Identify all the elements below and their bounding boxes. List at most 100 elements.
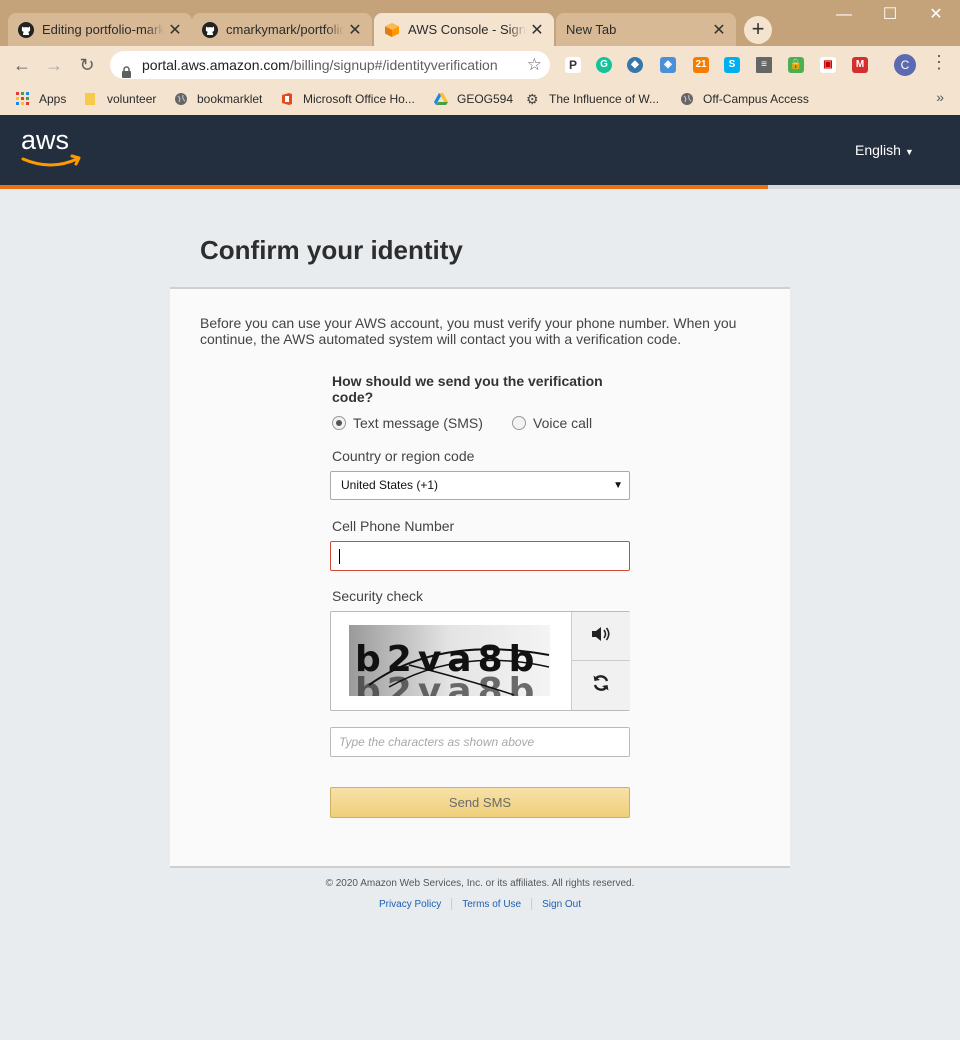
bookmark-label: Off-Campus Access	[703, 92, 809, 106]
aws-logo-text: aws	[21, 125, 69, 155]
mendeley-icon[interactable]: M	[852, 57, 868, 73]
diamond-extension-icon[interactable]: ◈	[660, 57, 676, 73]
folder-icon	[84, 92, 98, 106]
maximize-icon[interactable]: ☐	[870, 4, 910, 26]
aws-logo[interactable]: aws	[20, 125, 86, 176]
speaker-icon	[591, 626, 611, 647]
aws-header: aws English ▼	[0, 115, 960, 185]
page-title: Confirm your identity	[200, 235, 463, 265]
bookmark-label: GEOG594	[457, 92, 514, 106]
phone-label: Cell Phone Number	[332, 518, 455, 534]
bookmarks-overflow-icon[interactable]: »	[936, 89, 944, 105]
browser-toolbar: ← → ↻ portal.aws.amazon.com/billing/sign…	[0, 46, 960, 84]
terms-of-use-link[interactable]: Terms of Use	[452, 899, 531, 910]
copyright-text: © 2020 Amazon Web Services, Inc. or its …	[325, 878, 635, 889]
dropdown-arrow-icon: ▼	[613, 480, 623, 491]
bookmark-offcampus[interactable]: Off-Campus Access	[680, 90, 809, 108]
globe-icon	[174, 92, 188, 106]
language-selector[interactable]: English ▼	[855, 142, 914, 158]
cast-extension-icon[interactable]: ▣	[820, 57, 836, 73]
captcha-audio-button[interactable]	[571, 612, 630, 661]
refresh-icon	[592, 674, 610, 697]
bookmarks-bar: Apps volunteer bookmarklet Microsoft Off…	[0, 84, 960, 115]
privacy-policy-link[interactable]: Privacy Policy	[369, 899, 451, 910]
footer-links: Privacy Policy Terms of Use Sign Out	[0, 898, 960, 910]
reload-icon[interactable]: ↻	[75, 54, 99, 78]
tab-title: AWS Console - Signup	[408, 22, 526, 37]
method-question: How should we send you the verification …	[332, 373, 603, 405]
bookmark-volunteer[interactable]: volunteer	[84, 90, 156, 108]
browser-titlebar: Editing portfolio-mark ✕ cmarkymark/port…	[0, 0, 960, 46]
bookmark-influence[interactable]: ⚙ The Influence of W...	[526, 90, 659, 108]
close-icon[interactable]: ✕	[708, 20, 730, 40]
verification-card: Before you can use your AWS account, you…	[170, 287, 790, 868]
url-path: /billing/signup#/identityverification	[289, 57, 498, 73]
skype-icon[interactable]: S	[724, 57, 740, 73]
bookmark-label: volunteer	[107, 92, 157, 106]
radio-label: Voice call	[533, 415, 593, 431]
send-sms-button[interactable]: Send SMS	[330, 787, 630, 818]
close-window-icon[interactable]: ✕	[916, 4, 956, 26]
security-label: Security check	[332, 588, 424, 604]
url-host: portal.aws.amazon.com	[142, 57, 290, 73]
caret-down-icon: ▼	[904, 147, 914, 157]
tab-title: New Tab	[566, 22, 617, 37]
tab-title: cmarkymark/portfolio	[226, 22, 344, 37]
captcha-image: b2va8b b2va8b	[349, 625, 550, 712]
captcha-refresh-button[interactable]	[571, 661, 630, 710]
address-bar[interactable]: portal.aws.amazon.com/billing/signup#/id…	[110, 51, 550, 79]
browser-tab-active[interactable]: AWS Console - Signup ✕	[374, 13, 554, 46]
bookmark-label: Apps	[39, 92, 67, 106]
browser-tab[interactable]: Editing portfolio-mark ✕	[8, 13, 192, 46]
country-label: Country or region code	[332, 448, 475, 464]
country-select[interactable]: United States (+1) ▼	[330, 471, 630, 500]
browser-tab[interactable]: cmarkymark/portfolio ✕	[192, 13, 372, 46]
lock-extension-icon[interactable]: 🔒	[788, 57, 804, 73]
apps-grid-icon	[16, 92, 30, 106]
country-value: United States (+1)	[341, 478, 439, 492]
tab-title: Editing portfolio-mark	[42, 22, 164, 37]
lock-icon	[122, 59, 131, 78]
radio-sms[interactable]: Text message (SMS)	[332, 414, 483, 432]
close-icon[interactable]: ✕	[164, 20, 186, 40]
python-icon[interactable]: ◆	[627, 57, 643, 73]
gear-icon: ⚙	[526, 91, 539, 107]
globe-icon	[680, 92, 694, 106]
bookmark-apps[interactable]: Apps	[16, 90, 66, 108]
text-cursor	[339, 549, 340, 564]
sign-out-link[interactable]: Sign Out	[532, 899, 591, 910]
bookmark-label: Microsoft Office Ho...	[303, 92, 415, 106]
browser-tab[interactable]: New Tab ✕	[556, 13, 736, 46]
drive-icon	[434, 92, 448, 106]
extension-badge: 21	[695, 59, 707, 70]
back-icon[interactable]: ←	[10, 54, 34, 78]
captcha-input[interactable]: Type the characters as shown above	[330, 727, 630, 757]
bookmark-geog594[interactable]: GEOG594	[434, 90, 513, 108]
bookmark-office[interactable]: Microsoft Office Ho...	[280, 90, 415, 108]
forward-icon[interactable]: →	[42, 54, 66, 78]
intro-text: Before you can use your AWS account, you…	[200, 315, 737, 347]
radio-button[interactable]	[512, 416, 526, 430]
phone-input[interactable]	[330, 541, 630, 571]
captcha-box: b2va8b b2va8b	[330, 611, 630, 712]
github-icon	[202, 21, 218, 38]
radio-label: Text message (SMS)	[353, 415, 483, 431]
signup-progress-fill	[0, 185, 768, 189]
language-label: English	[855, 142, 901, 158]
paypal-icon[interactable]: P	[565, 57, 581, 73]
profile-avatar[interactable]: C	[894, 54, 916, 76]
radio-voice[interactable]: Voice call	[512, 414, 592, 432]
bookmark-label: The Influence of W...	[549, 92, 660, 106]
close-icon[interactable]: ✕	[526, 20, 548, 40]
grammarly-icon[interactable]: G	[596, 57, 612, 73]
minimize-icon[interactable]: —	[824, 4, 864, 26]
radio-button-selected[interactable]	[332, 416, 346, 430]
bookmark-label: bookmarklet	[197, 92, 263, 106]
bookmark-star-icon[interactable]: ☆	[527, 51, 542, 79]
calendar-extension-icon[interactable]: 21	[693, 57, 709, 73]
list-extension-icon[interactable]: ≡	[756, 57, 772, 73]
close-icon[interactable]: ✕	[344, 20, 366, 40]
menu-dots-icon[interactable]: ⋮	[930, 52, 948, 73]
bookmark-bookmarklet[interactable]: bookmarklet	[174, 90, 262, 108]
new-tab-button[interactable]: +	[744, 16, 772, 44]
